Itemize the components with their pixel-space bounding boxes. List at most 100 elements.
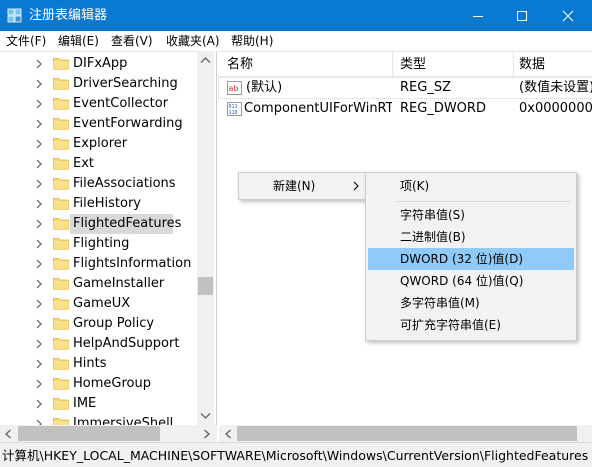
tree-hscroll-thumb[interactable] [18,426,160,441]
chevron-right-icon[interactable] [34,118,44,130]
tree-item-label: Flighting [73,236,130,251]
submenu-item[interactable]: 多字符串值(M) [368,292,574,314]
binary-value-icon: 011 110 [227,102,242,116]
tree-item-label: DriverSearching [73,76,178,91]
column-type[interactable]: 类型 [400,57,426,73]
submenu-item-label: 字符串值(S) [400,208,465,222]
list-header: 名称 类型 数据 [219,52,592,77]
tree-item-label: EventCollector [73,96,169,111]
tree-item[interactable]: Flighting [0,234,200,254]
value-name: (默认) [246,80,283,95]
tree-item-label: GameInstaller [73,276,165,291]
chevron-right-icon[interactable] [34,378,44,390]
key-tree-pane[interactable]: DIFxApp DriverSearching EventCollector Even… [0,51,217,425]
submenu-item[interactable]: DWORD (32 位)值(D) [368,248,574,270]
tree-horizontal-scrollbar[interactable] [0,425,217,442]
chevron-right-icon[interactable] [34,418,44,425]
submenu-item[interactable]: 可扩充字符串值(E) [368,314,574,336]
tree-item[interactable]: DIFxApp [0,54,200,74]
column-divider[interactable] [392,52,393,77]
chevron-right-icon[interactable] [34,238,44,250]
tree-item[interactable]: EventForwarding [0,114,200,134]
maximize-button[interactable] [499,0,545,31]
tree-item[interactable]: GameUX [0,294,200,314]
chevron-right-icon[interactable] [34,178,44,190]
submenu-item[interactable]: 项(K) [368,175,574,197]
tree-item[interactable]: HelpAndSupport [0,334,200,354]
chevron-right-icon[interactable] [34,398,44,410]
submenu-item[interactable]: 字符串值(S) [368,204,574,226]
folder-icon [53,178,69,190]
close-button[interactable] [545,0,591,31]
value-row-default[interactable]: ab (默认) REG_SZ (数值未设置) [218,77,592,99]
menu-help[interactable]: 帮助(H) [231,33,273,49]
tree-item-label: HelpAndSupport [73,336,180,351]
tree-item[interactable]: FileHistory [0,194,200,214]
menu-edit[interactable]: 编辑(E) [58,33,99,49]
tree-item[interactable]: GameInstaller [0,274,200,294]
tree-item[interactable]: Ext [0,154,200,174]
context-menu: 新建(N) [238,172,367,200]
scroll-left-icon[interactable] [224,429,232,439]
scroll-up-icon[interactable] [200,56,211,64]
submenu-item[interactable]: 二进制值(B) [368,226,574,248]
minimize-button[interactable] [455,0,501,31]
list-hscroll-thumb[interactable] [237,426,577,441]
column-name[interactable]: 名称 [227,57,253,73]
tree-item[interactable]: Explorer [0,134,200,154]
window-title: 注册表编辑器 [29,8,108,23]
chevron-right-icon[interactable] [34,58,44,70]
column-data[interactable]: 数据 [519,57,545,73]
tree-item[interactable]: FlightsInformation [0,254,200,274]
tree-vertical-scrollbar[interactable] [197,51,214,425]
tree-item[interactable]: IME [0,394,200,414]
chevron-right-icon[interactable] [34,318,44,330]
folder-icon [53,238,69,250]
chevron-right-icon[interactable] [34,138,44,150]
tree-item-label: Explorer [73,136,128,151]
chevron-right-icon[interactable] [34,258,44,270]
tree-item-label: ImmersiveShell [73,416,174,425]
chevron-right-icon[interactable] [34,358,44,370]
tree-scroll-thumb[interactable] [198,277,213,295]
tree-item[interactable]: DriverSearching [0,74,200,94]
menu-separator [396,201,570,202]
menu-view[interactable]: 查看(V) [111,33,153,49]
tree-item[interactable]: FileAssociations [0,174,200,194]
chevron-right-icon[interactable] [34,98,44,110]
svg-text:110: 110 [229,110,238,116]
title-bar[interactable]: 注册表编辑器 [0,0,592,31]
tree-item-label: GameUX [73,296,131,311]
tree-item[interactable]: EventCollector [0,94,200,114]
chevron-right-icon[interactable] [34,78,44,90]
tree-item-label: FileAssociations [73,176,176,191]
tree-item[interactable]: Group Policy [0,314,200,334]
chevron-right-icon[interactable] [34,218,44,230]
chevron-right-icon[interactable] [34,338,44,350]
column-divider[interactable] [513,52,514,77]
tree-item[interactable]: ImmersiveShell [0,414,200,425]
minimize-icon [473,15,483,17]
tree-item-label: FlightedFeatures [73,216,182,231]
scroll-down-icon[interactable] [200,412,211,420]
chevron-right-icon[interactable] [34,298,44,310]
chevron-right-icon[interactable] [34,278,44,290]
submenu-item-label: 项(K) [400,179,430,193]
list-horizontal-scrollbar[interactable] [219,425,592,442]
registry-editor-icon [7,8,23,23]
submenu-item-label: DWORD (32 位)值(D) [400,252,523,266]
chevron-right-icon[interactable] [34,198,44,210]
tree-item[interactable]: HomeGroup [0,374,200,394]
menu-favorites[interactable]: 收藏夹(A) [166,33,220,49]
value-row-component[interactable]: 011 110 ComponentUIForWinRT... REG_DWORD… [219,99,592,119]
tree-item[interactable]: Hints [0,354,200,374]
folder-icon [53,118,69,130]
scroll-left-icon[interactable] [4,429,12,439]
context-menu-new[interactable]: 新建(N) [241,175,364,197]
scroll-right-icon[interactable] [203,429,211,439]
menu-file[interactable]: 文件(F) [6,33,46,49]
submenu-item[interactable]: QWORD (64 位)值(Q) [368,270,574,292]
tree-item[interactable]: FlightedFeatures [0,214,200,234]
chevron-right-icon[interactable] [34,158,44,170]
folder-icon [53,198,69,210]
